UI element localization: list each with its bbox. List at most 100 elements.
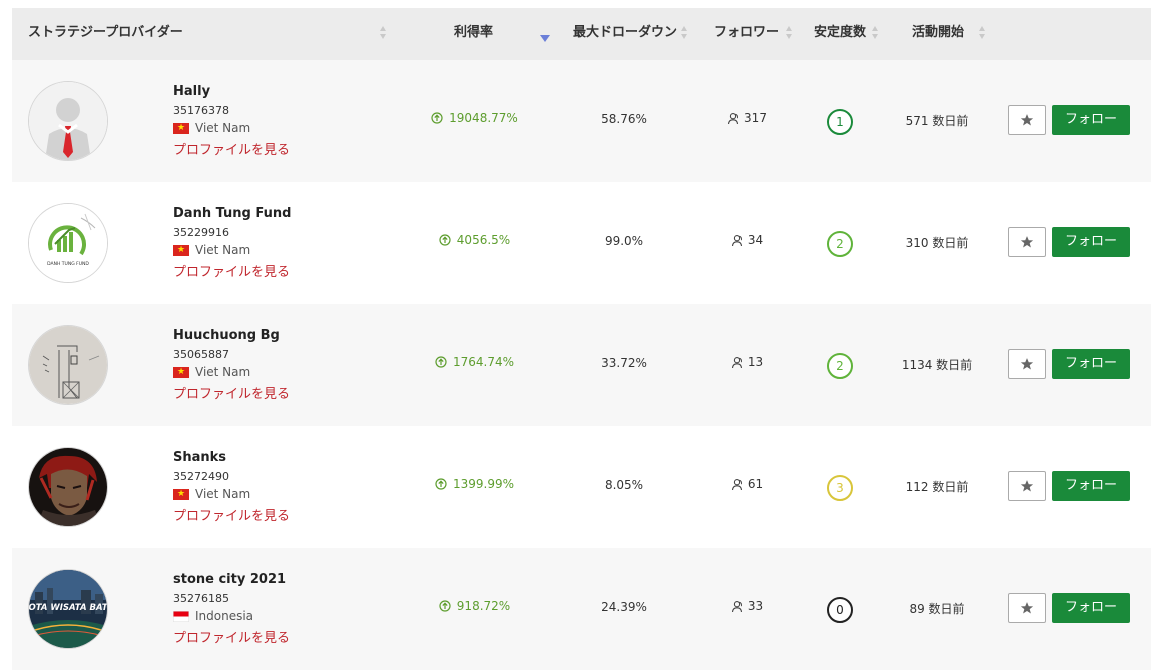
avatar[interactable] bbox=[28, 325, 108, 405]
strategy-provider-table: ストラテジープロバイダー 利得率 最大ドローダウン フォロワー 安定度数 活動開… bbox=[12, 8, 1151, 670]
flag-indonesia-icon bbox=[173, 610, 189, 622]
gain-text: 19048.77% bbox=[449, 111, 518, 125]
country: Indonesia bbox=[173, 609, 253, 623]
followers-value: 33 bbox=[712, 599, 782, 613]
followers-text: 317 bbox=[744, 111, 767, 125]
table-row: OTA WISATA BAT stone city 2021 35276185 Ind… bbox=[12, 548, 1151, 670]
flag-vietnam-icon bbox=[173, 243, 189, 257]
sort-started-icon[interactable] bbox=[979, 26, 986, 42]
view-profile-link[interactable]: プロファイルを見る bbox=[173, 627, 290, 646]
view-profile-link[interactable]: プロファイルを見る bbox=[173, 261, 290, 280]
active-since-value: 1134 数日前 bbox=[901, 358, 973, 372]
sort-provider-icon[interactable] bbox=[380, 26, 387, 42]
country: Viet Nam bbox=[173, 487, 250, 501]
favorite-button[interactable] bbox=[1008, 349, 1046, 379]
arrow-up-circle-icon bbox=[431, 112, 446, 124]
favorite-button[interactable] bbox=[1008, 105, 1046, 135]
provider-name[interactable]: Danh Tung Fund bbox=[173, 206, 291, 221]
svg-text:OTA WISATA BAT: OTA WISATA BAT bbox=[29, 603, 107, 613]
star-icon bbox=[1020, 113, 1034, 127]
country-name: Viet Nam bbox=[195, 365, 251, 379]
account-number: 35229916 bbox=[173, 226, 229, 239]
header-stability[interactable]: 安定度数 bbox=[814, 8, 866, 60]
max-drawdown-value: 99.0% bbox=[604, 234, 644, 248]
country: Viet Nam bbox=[173, 121, 250, 135]
followers-text: 13 bbox=[747, 355, 764, 369]
country-name: Viet Nam bbox=[195, 487, 251, 501]
followers-text: 33 bbox=[747, 599, 764, 613]
follow-button[interactable]: フォロー bbox=[1052, 227, 1130, 257]
stability-badge: 2 bbox=[827, 231, 853, 257]
gain-text: 4056.5% bbox=[456, 233, 511, 247]
followers-value: 317 bbox=[712, 111, 782, 125]
star-icon bbox=[1020, 357, 1034, 371]
follow-button[interactable]: フォロー bbox=[1052, 349, 1130, 379]
sort-gain-desc-icon[interactable] bbox=[540, 35, 550, 42]
account-number: 35272490 bbox=[173, 470, 229, 483]
provider-name[interactable]: Hally bbox=[173, 84, 210, 99]
users-icon bbox=[727, 112, 742, 125]
max-drawdown-value: 8.05% bbox=[604, 478, 644, 492]
follow-button[interactable]: フォロー bbox=[1052, 593, 1130, 623]
gain-value: 918.72% bbox=[422, 599, 527, 613]
gain-value: 19048.77% bbox=[422, 111, 527, 125]
arrow-up-circle-icon bbox=[435, 356, 450, 368]
favorite-button[interactable] bbox=[1008, 471, 1046, 501]
gain-text: 1399.99% bbox=[452, 477, 515, 491]
active-since-value: 571 数日前 bbox=[905, 114, 969, 128]
header-drawdown[interactable]: 最大ドローダウン bbox=[573, 8, 677, 60]
avatar[interactable]: OTA WISATA BAT bbox=[28, 569, 108, 649]
max-drawdown-value: 58.76% bbox=[601, 112, 647, 126]
gain-value: 1399.99% bbox=[422, 477, 527, 491]
table-row: Shanks 35272490 Viet Nam プロファイルを見る 1399.99% 8… bbox=[12, 426, 1151, 548]
account-number: 35065887 bbox=[173, 348, 229, 361]
follow-button[interactable]: フォロー bbox=[1052, 471, 1130, 501]
favorite-button[interactable] bbox=[1008, 227, 1046, 257]
table-header: ストラテジープロバイダー 利得率 最大ドローダウン フォロワー 安定度数 活動開… bbox=[12, 8, 1151, 60]
table-row: Huuchuong Bg 35065887 Viet Nam プロファイルを見る 176… bbox=[12, 304, 1151, 426]
followers-value: 61 bbox=[712, 477, 782, 491]
view-profile-link[interactable]: プロファイルを見る bbox=[173, 139, 290, 158]
follow-button[interactable]: フォロー bbox=[1052, 105, 1130, 135]
header-provider[interactable]: ストラテジープロバイダー bbox=[28, 8, 183, 60]
sort-stability-icon[interactable] bbox=[872, 26, 879, 42]
country-name: Viet Nam bbox=[195, 121, 251, 135]
view-profile-link[interactable]: プロファイルを見る bbox=[173, 383, 290, 402]
header-started[interactable]: 活動開始 bbox=[912, 8, 964, 60]
provider-name[interactable]: stone city 2021 bbox=[173, 572, 286, 587]
country-name: Indonesia bbox=[195, 609, 254, 623]
favorite-button[interactable] bbox=[1008, 593, 1046, 623]
sort-followers-icon[interactable] bbox=[786, 26, 793, 42]
flag-vietnam-icon bbox=[173, 365, 189, 379]
avatar[interactable]: DANH TUNG FUND bbox=[28, 203, 108, 283]
arrow-up-circle-icon bbox=[439, 234, 454, 246]
sort-drawdown-icon[interactable] bbox=[681, 26, 688, 42]
users-icon bbox=[731, 478, 746, 491]
followers-value: 13 bbox=[712, 355, 782, 369]
provider-name[interactable]: Shanks bbox=[173, 450, 226, 465]
header-gain[interactable]: 利得率 bbox=[454, 8, 493, 60]
star-icon bbox=[1020, 479, 1034, 493]
table-row: Hally 35176378 Viet Nam プロファイルを見る 19048.77% 5… bbox=[12, 60, 1151, 182]
account-number: 35176378 bbox=[173, 104, 229, 117]
country: Viet Nam bbox=[173, 243, 250, 257]
users-icon bbox=[731, 600, 746, 613]
flag-vietnam-icon bbox=[173, 121, 189, 135]
avatar[interactable] bbox=[28, 447, 108, 527]
view-profile-link[interactable]: プロファイルを見る bbox=[173, 505, 290, 524]
gain-text: 918.72% bbox=[456, 599, 511, 613]
star-icon bbox=[1020, 601, 1034, 615]
account-number: 35276185 bbox=[173, 592, 229, 605]
avatar[interactable] bbox=[28, 81, 108, 161]
table-body: Hally 35176378 Viet Nam プロファイルを見る 19048.77% 5… bbox=[12, 60, 1151, 670]
active-since-value: 89 数日前 bbox=[909, 602, 965, 616]
svg-text:DANH TUNG FUND: DANH TUNG FUND bbox=[47, 261, 89, 267]
stability-badge: 3 bbox=[827, 475, 853, 501]
followers-value: 34 bbox=[712, 233, 782, 247]
provider-name[interactable]: Huuchuong Bg bbox=[173, 328, 280, 343]
users-icon bbox=[731, 234, 746, 247]
arrow-up-circle-icon bbox=[435, 478, 450, 490]
followers-text: 61 bbox=[747, 477, 764, 491]
star-icon bbox=[1020, 235, 1034, 249]
header-followers[interactable]: フォロワー bbox=[714, 8, 779, 60]
